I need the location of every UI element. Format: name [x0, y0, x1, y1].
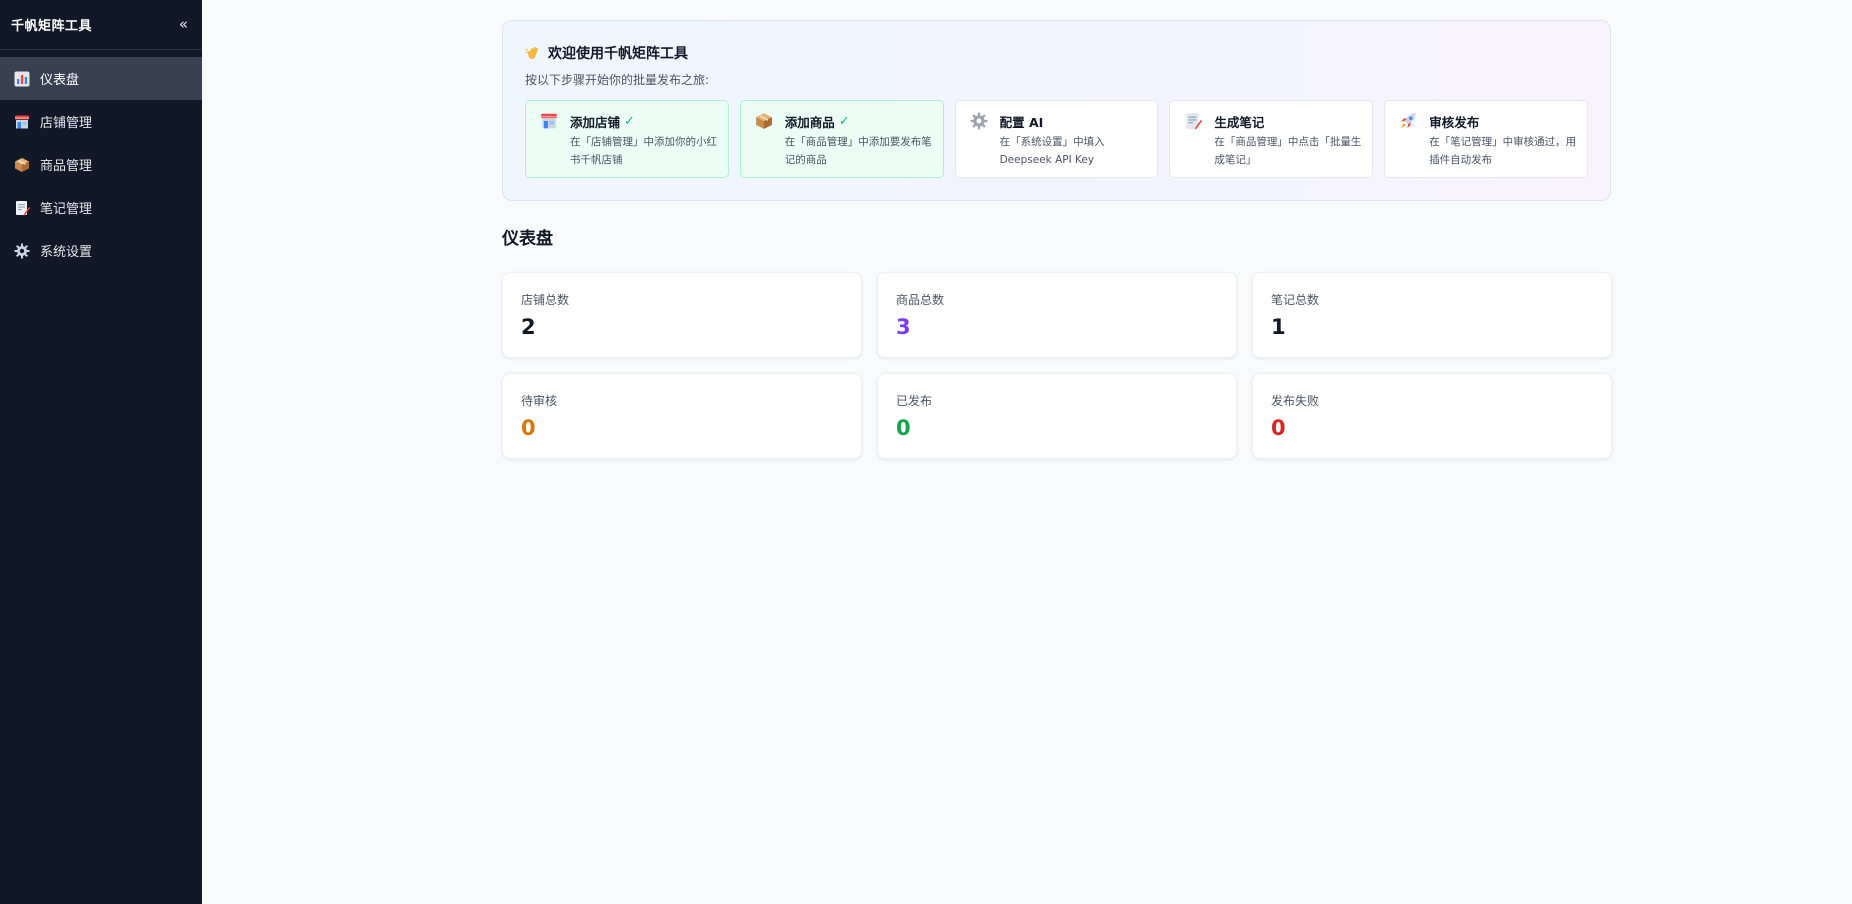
- package-icon: [755, 112, 773, 130]
- step-body: 配置 AI 在「系统设置」中填入 Deepseek API Key: [1000, 112, 1148, 177]
- step-body: 生成笔记 在「商品管理」中点击「批量生成笔记」: [1214, 112, 1362, 177]
- welcome-title: 欢迎使用千帆矩阵工具: [525, 43, 1588, 63]
- step-description: 在「商品管理」中点击「批量生成笔记」: [1214, 136, 1362, 166]
- gear-icon: [970, 112, 988, 130]
- step-title-text: 添加店铺: [570, 115, 621, 130]
- sidebar-header: 千帆矩阵工具 «: [0, 0, 202, 50]
- stat-value: 0: [521, 416, 536, 440]
- step-description: 在「系统设置」中填入 Deepseek API Key: [999, 136, 1105, 166]
- package-icon: [14, 157, 30, 173]
- step-body: 审核发布 在「笔记管理」中审核通过，用插件自动发布: [1429, 112, 1577, 177]
- stat-label: 已发布: [896, 394, 933, 408]
- check-icon: ✓: [624, 114, 635, 129]
- bar-chart-icon: [14, 71, 30, 87]
- note-icon: [1184, 112, 1203, 130]
- sidebar-item-label: 仪表盘: [40, 73, 80, 88]
- onboarding-steps: 添加店铺 ✓ 在「店铺管理」中添加你的小红书千帆店铺 添加商品 ✓ 在「商品管理…: [525, 100, 1588, 178]
- stat-value: 0: [896, 416, 911, 440]
- stat-label: 发布失败: [1271, 394, 1320, 408]
- stat-label: 商品总数: [896, 293, 945, 307]
- welcome-panel: 欢迎使用千帆矩阵工具 按以下步骤开始你的批量发布之旅: 添加店铺 ✓ 在「店铺管…: [502, 20, 1611, 201]
- step-title-text: 审核发布: [1429, 115, 1480, 130]
- sidebar-nav: 仪表盘 店铺管理 商品管理 笔记管理 系统设置: [0, 57, 202, 272]
- note-icon: [14, 200, 30, 216]
- sidebar-item-settings[interactable]: 系统设置: [0, 229, 202, 272]
- stat-value: 0: [1271, 416, 1286, 440]
- step-generate-notes[interactable]: 生成笔记 在「商品管理」中点击「批量生成笔记」: [1169, 100, 1374, 178]
- sidebar-item-dashboard[interactable]: 仪表盘: [0, 57, 202, 100]
- step-description: 在「笔记管理」中审核通过，用插件自动发布: [1429, 136, 1577, 166]
- step-title-text: 添加商品: [784, 115, 835, 130]
- rocket-icon: [1399, 112, 1417, 130]
- stat-card-stores: 店铺总数 2: [502, 272, 862, 358]
- welcome-title-text: 欢迎使用千帆矩阵工具: [548, 46, 688, 62]
- sidebar-item-label: 商品管理: [40, 159, 93, 174]
- step-configure-ai[interactable]: 配置 AI 在「系统设置」中填入 Deepseek API Key: [954, 100, 1159, 178]
- stat-card-pending-review: 待审核 0: [502, 373, 862, 459]
- sidebar-item-label: 笔记管理: [40, 202, 93, 217]
- welcome-subtitle: 按以下步骤开始你的批量发布之旅:: [525, 73, 710, 87]
- stat-label: 笔记总数: [1271, 293, 1320, 307]
- step-title: 生成笔记: [1214, 112, 1362, 131]
- stat-card-publish-failed: 发布失败 0: [1252, 373, 1612, 459]
- store-icon: [540, 112, 558, 130]
- main-content: 欢迎使用千帆矩阵工具 按以下步骤开始你的批量发布之旅: 添加店铺 ✓ 在「店铺管…: [202, 0, 1852, 904]
- stat-value: 2: [521, 315, 536, 339]
- stat-card-notes: 笔记总数 1: [1252, 272, 1612, 358]
- stat-card-products: 商品总数 3: [877, 272, 1237, 358]
- sidebar: 千帆矩阵工具 « 仪表盘 店铺管理 商品管理 笔记管理 系统设置: [0, 0, 202, 904]
- stat-card-published: 已发布 0: [877, 373, 1237, 459]
- step-title: 添加商品 ✓: [785, 112, 933, 131]
- sidebar-item-label: 系统设置: [40, 245, 93, 260]
- stats-grid: 店铺总数 2 商品总数 3 笔记总数 1 待审核 0 已发布 0 发布失败 0: [502, 272, 1612, 459]
- stat-value: 3: [896, 315, 911, 339]
- sidebar-item-label: 店铺管理: [40, 116, 93, 131]
- gear-icon: [14, 243, 30, 259]
- stat-value: 1: [1271, 315, 1286, 339]
- check-icon: ✓: [838, 114, 850, 129]
- stat-label: 待审核: [521, 394, 558, 408]
- step-title: 审核发布: [1429, 112, 1577, 131]
- step-add-store[interactable]: 添加店铺 ✓ 在「店铺管理」中添加你的小红书千帆店铺: [525, 100, 729, 178]
- app-title: 千帆矩阵工具: [11, 19, 93, 34]
- step-title: 添加店铺 ✓: [570, 112, 718, 131]
- step-add-product[interactable]: 添加商品 ✓ 在「商品管理」中添加要发布笔记的商品: [739, 100, 944, 178]
- sidebar-item-products[interactable]: 商品管理: [0, 143, 202, 186]
- step-body: 添加商品 ✓ 在「商品管理」中添加要发布笔记的商品: [785, 112, 933, 177]
- collapse-sidebar-button[interactable]: «: [179, 17, 188, 32]
- content-container: 欢迎使用千帆矩阵工具 按以下步骤开始你的批量发布之旅: 添加店铺 ✓ 在「店铺管…: [502, 20, 1612, 459]
- sidebar-item-notes[interactable]: 笔记管理: [0, 186, 202, 229]
- store-icon: [14, 114, 30, 130]
- app-root: 千帆矩阵工具 « 仪表盘 店铺管理 商品管理 笔记管理 系统设置 欢迎使用千帆矩…: [0, 0, 1852, 904]
- step-title-text: 生成笔记: [1214, 115, 1265, 130]
- step-body: 添加店铺 ✓ 在「店铺管理」中添加你的小红书千帆店铺: [570, 112, 718, 177]
- page-title: 仪表盘: [502, 229, 553, 249]
- step-description: 在「店铺管理」中添加你的小红书千帆店铺: [570, 136, 717, 166]
- step-review-publish[interactable]: 审核发布 在「笔记管理」中审核通过，用插件自动发布: [1384, 100, 1588, 178]
- stat-label: 店铺总数: [521, 293, 570, 307]
- step-description: 在「商品管理」中添加要发布笔记的商品: [784, 136, 932, 166]
- step-title: 配置 AI: [1000, 112, 1148, 131]
- step-title-text: 配置 AI: [999, 115, 1044, 130]
- waving-hand-icon: [525, 45, 541, 61]
- sidebar-item-stores[interactable]: 店铺管理: [0, 100, 202, 143]
